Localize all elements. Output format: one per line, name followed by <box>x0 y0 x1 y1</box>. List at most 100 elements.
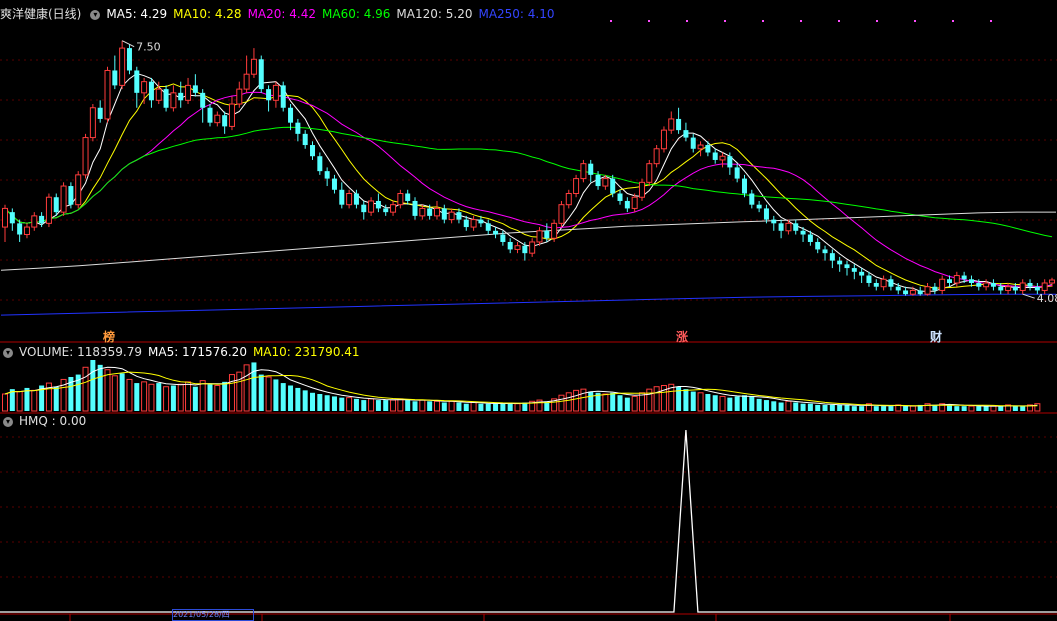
volume-panel[interactable] <box>2 360 1041 412</box>
marker-bang[interactable]: 榜 <box>103 328 115 345</box>
candle-body-up <box>104 69 111 120</box>
volume-bar-down <box>749 396 755 411</box>
volume-bar-up <box>126 378 133 412</box>
candle-body-up <box>1019 282 1026 291</box>
candle-body-down <box>383 208 389 213</box>
candle-body-down <box>427 208 433 216</box>
candle-body-down <box>493 230 499 235</box>
candle-body-up <box>697 144 704 150</box>
kline-chart[interactable]: 7.50 4.08 <box>0 0 1057 621</box>
candle-body-down <box>178 92 184 101</box>
annotation-leader <box>121 40 135 48</box>
volume-bar-up <box>185 381 192 412</box>
candle-body-down <box>405 193 411 201</box>
candle-body-down <box>295 122 301 134</box>
marker-dot <box>838 20 840 22</box>
volume-bar-up <box>968 405 975 412</box>
volume-bar-down <box>873 406 879 411</box>
marker-dot <box>952 20 954 22</box>
candle-body-up <box>1005 286 1012 291</box>
candle-body-up <box>45 196 52 224</box>
volume-bar-down <box>273 379 279 411</box>
ma10-line <box>4 83 1053 289</box>
candle-body-up <box>155 88 162 101</box>
candle-body-down <box>866 275 872 283</box>
ma10-legend: MA10: 4.28 <box>173 7 242 21</box>
candle-body-down <box>683 130 689 138</box>
hmq-panel[interactable] <box>0 429 1057 613</box>
candle-body-up <box>909 289 916 295</box>
volume-bar-down <box>1020 406 1026 411</box>
volume-dropdown-icon[interactable]: ▾ <box>3 347 13 358</box>
candle-body-down <box>917 290 923 295</box>
candle-body-down <box>339 189 345 205</box>
candle-body-up <box>653 148 660 165</box>
volume-bar-down <box>463 403 469 411</box>
candle-body-up <box>638 181 645 198</box>
candle-body-down <box>222 115 228 127</box>
candle-body-down <box>998 286 1004 291</box>
volume-bar-up <box>785 400 792 412</box>
marker-dot <box>876 20 878 22</box>
candle-body-up <box>558 204 565 224</box>
candle-body-down <box>134 70 140 93</box>
candle-body-down <box>968 279 974 283</box>
marker-cai[interactable]: 财 <box>930 328 942 345</box>
candle-body-down <box>734 167 740 179</box>
candle-body-up <box>82 137 89 176</box>
volume-bar-up <box>228 374 235 412</box>
candle-body-down <box>961 275 967 280</box>
candle-body-down <box>478 219 484 224</box>
candle-body-up <box>228 103 235 127</box>
volume-bar-up <box>16 391 23 412</box>
candle-body-down <box>97 107 103 119</box>
candle-body-down <box>17 223 23 235</box>
volume-bar-up <box>390 399 397 412</box>
candle-body-down <box>595 174 601 187</box>
ma120-line <box>0 211 1056 271</box>
volume-bar-down <box>222 381 228 411</box>
hmq-dropdown-icon[interactable]: ▾ <box>3 416 13 427</box>
volume-bar-down <box>361 400 367 411</box>
marker-dot <box>610 20 612 22</box>
volume-legend: VOLUME: 118359.79 <box>19 345 142 359</box>
volume-bar-down <box>134 383 140 411</box>
volume-bar-down <box>763 400 769 411</box>
volume-bar-down <box>485 403 491 411</box>
dropdown-chevron-icon[interactable]: ▾ <box>90 9 101 20</box>
candle-body-up <box>390 204 397 213</box>
candle-body-up <box>660 129 667 150</box>
candle-body-down <box>829 253 835 261</box>
volume-bar-down <box>617 395 623 411</box>
volume-bar-down <box>741 395 747 411</box>
candle-body-up <box>346 193 353 206</box>
volume-bar-down <box>998 406 1004 411</box>
candle-body-up <box>602 178 609 187</box>
volume-bar-up <box>243 364 250 412</box>
volume-bar-down <box>207 384 213 411</box>
volume-bar-down <box>844 404 850 411</box>
candle-body-down <box>712 152 718 160</box>
candle-body-up <box>250 58 257 75</box>
volume-bar-down <box>690 391 696 411</box>
marker-zhang[interactable]: 涨 <box>676 328 688 345</box>
ma250-legend: MA250: 4.10 <box>478 7 555 21</box>
volume-bar-down <box>588 391 594 411</box>
volume-ma5-legend: MA5: 171576.20 <box>148 345 247 359</box>
volume-bar-down <box>610 392 616 411</box>
candle-body-down <box>588 163 594 175</box>
price-panel[interactable]: 7.50 4.08 <box>0 20 1057 316</box>
volume-bar-down <box>90 360 96 411</box>
annotation-label: 4.08 <box>1037 292 1057 305</box>
candle-body-down <box>859 271 865 276</box>
volume-bar-down <box>983 406 989 411</box>
candle-body-up <box>433 207 440 217</box>
ma5-line <box>4 72 1053 292</box>
volume-bar-down <box>837 404 843 411</box>
volume-bar-up <box>419 399 426 412</box>
price-header: 爽洋健康(日线) ▾ MA5: 4.29 MA10: 4.28 MA20: 4.42 MA… <box>0 6 561 22</box>
hmq-header: ▾ HMQ : 0.00 <box>0 413 92 429</box>
candle-body-down <box>258 59 264 90</box>
marker-dot <box>990 20 992 22</box>
volume-bar-down <box>331 396 337 411</box>
